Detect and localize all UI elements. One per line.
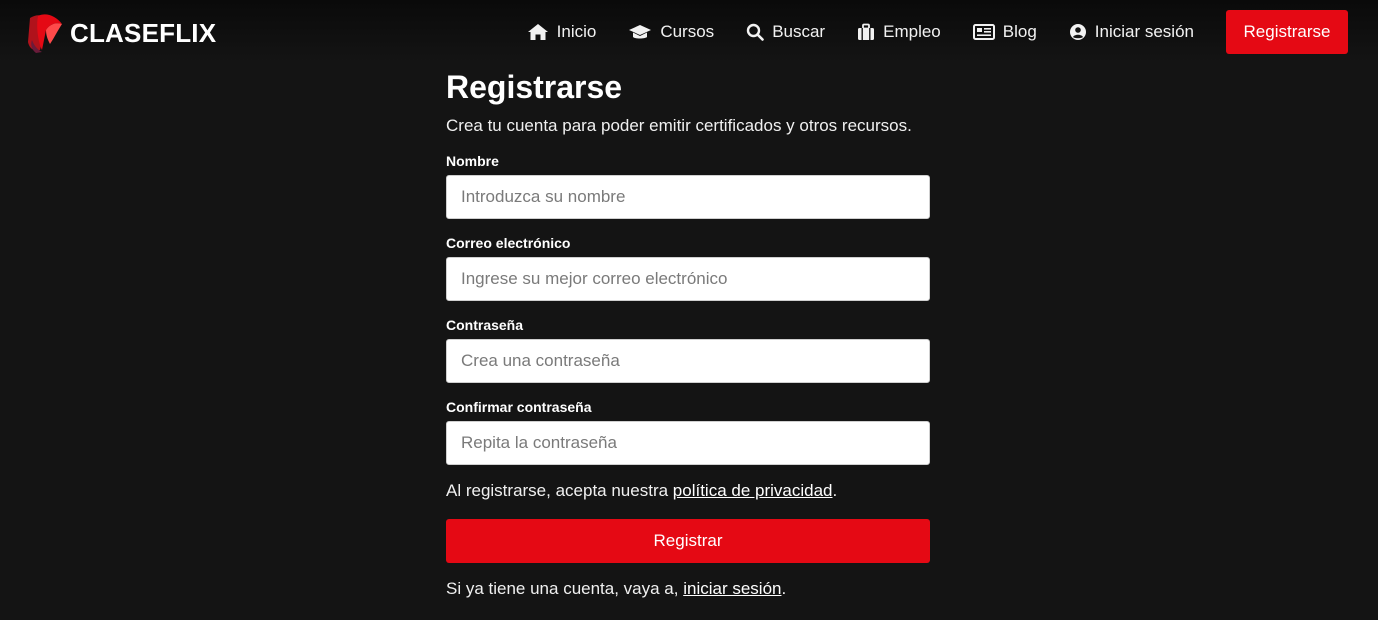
top-navbar: CLASEFLIX Inicio Cursos Buscar Empleo Bl… [0, 0, 1378, 64]
email-label: Correo electrónico [446, 235, 571, 251]
newspaper-icon [972, 24, 995, 40]
search-icon [746, 23, 764, 41]
nav-item-cursos[interactable]: Cursos [628, 10, 714, 54]
login-prefix: Si ya tiene una cuenta, vaya a, [446, 579, 684, 598]
brand-name: CLASEFLIX [70, 17, 217, 48]
nav-item-iniciar-sesion[interactable]: Iniciar sesión [1069, 10, 1194, 54]
login-prompt: Si ya tiene una cuenta, vaya a, iniciar … [446, 579, 930, 599]
graduation-cap-icon [628, 23, 652, 41]
privacy-prefix: Al registrarse, acepta nuestra [446, 481, 673, 500]
page-title: Registrarse [446, 69, 623, 105]
login-suffix: . [781, 579, 787, 598]
confirm-password-label: Confirmar contraseña [446, 399, 592, 415]
nav-label: Inicio [556, 22, 597, 41]
register-button-top[interactable]: Registrarse [1226, 10, 1348, 54]
privacy-policy-link[interactable]: política de privacidad [673, 481, 833, 500]
briefcase-icon [857, 23, 875, 41]
nav-label: Blog [1002, 22, 1037, 41]
home-icon [527, 23, 549, 41]
user-circle-icon [1069, 23, 1087, 41]
nav-label: Iniciar sesión [1094, 22, 1194, 41]
brand-logo[interactable]: CLASEFLIX [26, 12, 216, 54]
page-subtitle: Crea tu cuenta para poder emitir certifi… [446, 116, 912, 135]
nav-item-buscar[interactable]: Buscar [746, 10, 825, 54]
nav-item-empleo[interactable]: Empleo [857, 10, 941, 54]
nav-label: Buscar [772, 22, 826, 41]
name-input[interactable] [446, 175, 930, 219]
submit-register-button[interactable]: Registrar [446, 519, 930, 563]
password-label: Contraseña [446, 317, 524, 333]
password-input[interactable] [446, 339, 930, 383]
main-nav: Inicio Cursos Buscar Empleo Blog Iniciar… [527, 10, 1348, 54]
claseflix-logo-icon [26, 12, 66, 54]
privacy-notice: Al registrarse, acepta nuestra política … [446, 481, 930, 501]
email-input[interactable] [446, 257, 930, 301]
nav-item-blog[interactable]: Blog [972, 10, 1037, 54]
register-form: Registrarse Crea tu cuenta para poder em… [446, 64, 930, 599]
nav-label: Cursos [660, 22, 715, 41]
privacy-suffix: . [832, 481, 838, 500]
nav-label: Empleo [883, 22, 941, 41]
login-link[interactable]: iniciar sesión [683, 579, 781, 598]
name-label: Nombre [446, 153, 499, 169]
confirm-password-input[interactable] [446, 421, 930, 465]
nav-item-inicio[interactable]: Inicio [527, 10, 597, 54]
